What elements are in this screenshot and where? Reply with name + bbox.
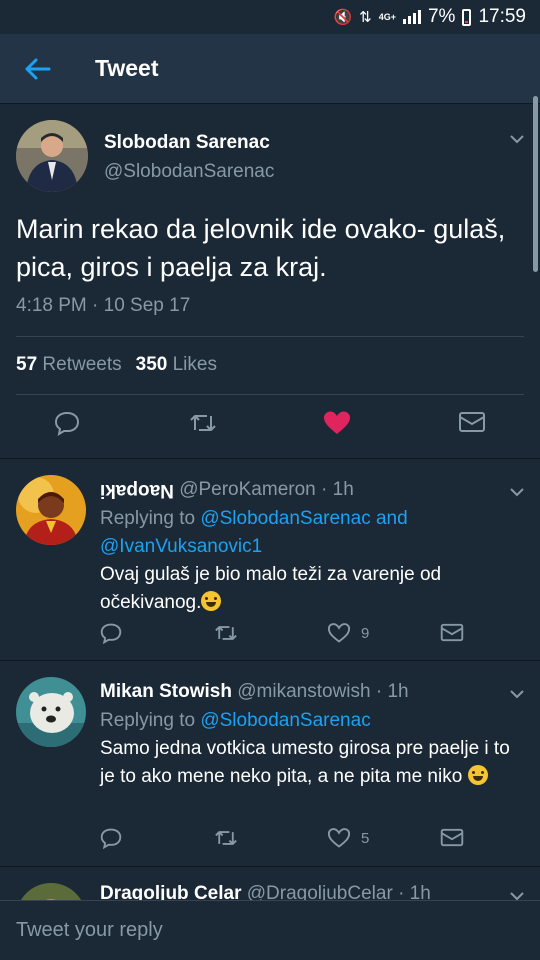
reply-tweet[interactable]: Mikan Stowish @mikanstowish · 1h Replying…: [0, 661, 540, 866]
divider: [16, 336, 524, 337]
heart-icon: [327, 827, 351, 849]
battery-percent: 7%: [427, 6, 456, 27]
chevron-down-icon[interactable]: [509, 487, 525, 497]
smiling-face-icon: [467, 765, 488, 785]
page-title: Tweet: [95, 55, 159, 81]
like-button[interactable]: [323, 410, 351, 436]
reply-time: · 1h: [321, 479, 354, 500]
app-header: Tweet: [0, 34, 540, 104]
retweet-button[interactable]: [213, 827, 239, 849]
avatar[interactable]: [16, 883, 86, 900]
reply-icon: [100, 827, 122, 849]
reply-actions: 5: [0, 827, 540, 863]
retweet-icon: [213, 622, 239, 644]
main-tweet: Slobodan Sarenac @SlobodanSarenac Marin …: [0, 104, 540, 458]
retweets-count[interactable]: 57: [16, 354, 37, 375]
direct-message-button[interactable]: [440, 622, 464, 643]
direct-message-button[interactable]: [440, 827, 464, 848]
reply-icon: [54, 411, 80, 436]
reply-author-handle[interactable]: @mikanstowish: [237, 681, 370, 702]
reply-text: Samo jedna votkica umesto girosa pre pae…: [100, 735, 520, 791]
like-button[interactable]: 9: [327, 622, 369, 644]
retweet-button[interactable]: [213, 622, 239, 644]
mention-connector: and: [375, 508, 408, 529]
reply-actions: 9: [0, 622, 540, 658]
likes-count[interactable]: 350: [136, 354, 168, 375]
like-count: 9: [361, 624, 370, 642]
mention-link[interactable]: @SlobodanSarenac: [200, 508, 370, 529]
reply-button[interactable]: [54, 410, 80, 436]
clock: 17:59: [478, 6, 526, 27]
avatar[interactable]: [16, 120, 88, 192]
heart-icon: [327, 622, 351, 644]
likes-label[interactable]: Likes: [173, 354, 217, 375]
tweet-detail-scroll[interactable]: Slobodan Sarenac @SlobodanSarenac Marin …: [0, 104, 540, 900]
grinning-sweat-face-icon: [201, 591, 222, 611]
chevron-down-icon[interactable]: [509, 134, 525, 144]
reply-author-name[interactable]: Naopaki: [100, 479, 174, 501]
reply-button[interactable]: [100, 827, 122, 849]
mute-icon: 🔇: [333, 9, 353, 26]
like-button[interactable]: 5: [327, 827, 369, 849]
divider: [16, 394, 524, 395]
chevron-down-icon[interactable]: [509, 891, 525, 900]
tweet-actions: [0, 410, 540, 446]
reply-author-handle[interactable]: @DragoljubCelar: [247, 883, 393, 900]
chevron-down-icon[interactable]: [509, 689, 525, 699]
author-handle[interactable]: @SlobodanSarenac: [104, 161, 274, 183]
reply-icon: [100, 622, 122, 644]
reply-author-name[interactable]: Mikan Stowish: [100, 681, 232, 702]
battery-icon: [462, 8, 472, 26]
reply-author-name[interactable]: Dragoljub Celar: [100, 883, 241, 900]
retweet-icon: [213, 827, 239, 849]
retweet-button[interactable]: [188, 410, 218, 436]
reply-header: Dragoljub Celar @DragoljubCelar · 1h: [100, 883, 431, 900]
reply-time: · 1h: [375, 681, 409, 702]
mention-link[interactable]: @IvanVuksanovic1: [100, 536, 262, 557]
tweet-text: Marin rekao da jelovnik ide ovako- gulaš…: [16, 214, 506, 282]
replying-to: Replying to @SlobodanSarenac: [100, 707, 520, 735]
reply-header: Mikan Stowish @mikanstowish · 1h: [100, 681, 409, 703]
status-bar: 🔇 ⇅ 4G+ 7% 17:59: [0, 0, 540, 34]
reply-text-body: Samo jedna votkica umesto girosa pre pae…: [100, 738, 510, 787]
signal-icon: [402, 10, 421, 24]
retweets-label[interactable]: Retweets: [42, 354, 121, 375]
reply-input[interactable]: [0, 901, 540, 960]
envelope-icon: [440, 622, 464, 643]
avatar[interactable]: [16, 475, 86, 545]
mention-link[interactable]: @SlobodanSarenac: [200, 710, 370, 731]
reply-tweet[interactable]: Naopaki @PeroKameron · 1h Replying to @S…: [0, 459, 540, 660]
reply-button[interactable]: [100, 622, 122, 644]
reply-time: · 1h: [398, 883, 431, 900]
heart-filled-icon: [324, 411, 350, 434]
replying-prefix: Replying to: [100, 508, 196, 529]
reply-composer: [0, 900, 540, 960]
tweet-stats: 57 Retweets 350 Likes: [16, 354, 217, 376]
tweet-timestamp: 4:18 PM · 10 Sep 17: [16, 295, 191, 316]
envelope-icon: [440, 827, 464, 848]
back-button[interactable]: [20, 51, 56, 87]
reply-text: Ovaj gulaš je bio malo teži za varenje o…: [100, 561, 520, 617]
like-count: 5: [361, 829, 370, 847]
reply-header: Naopaki @PeroKameron · 1h: [100, 479, 354, 501]
envelope-icon: [459, 412, 485, 432]
back-arrow-icon: [25, 58, 51, 80]
direct-message-button[interactable]: [458, 410, 486, 434]
reply-tweet[interactable]: Dragoljub Celar @DragoljubCelar · 1h: [0, 867, 540, 900]
replying-prefix: Replying to: [100, 710, 196, 731]
vibrate-icon: ⇅: [359, 9, 372, 26]
reply-text-body: Ovaj gulaš je bio malo teži za varenje o…: [100, 564, 442, 613]
retweet-icon: [190, 415, 216, 431]
network-type: 4G+: [378, 11, 396, 22]
replying-to: Replying to @SlobodanSarenac and @IvanVuk…: [100, 505, 520, 561]
scrollbar[interactable]: [533, 96, 538, 272]
avatar[interactable]: [16, 677, 86, 747]
author-name[interactable]: Slobodan Sarenac: [104, 132, 270, 154]
reply-author-handle[interactable]: @PeroKameron: [179, 479, 316, 500]
